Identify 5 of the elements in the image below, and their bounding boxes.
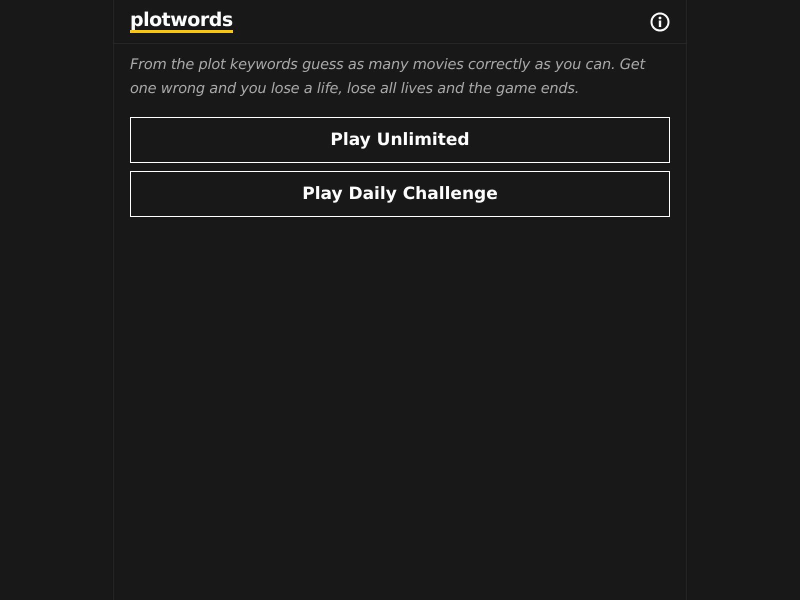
- game-description: From the plot keywords guess as many movies correctly as you can. Get one wrong and you lose a life, lose all lives and the game ends.: [130, 56, 646, 99]
- info-icon[interactable]: [650, 12, 670, 32]
- play-button[interactable]: Play Unlimited: [130, 117, 670, 163]
- play-button[interactable]: Play Daily Challenge: [130, 171, 670, 217]
- app-logo: plotwords: [130, 10, 233, 33]
